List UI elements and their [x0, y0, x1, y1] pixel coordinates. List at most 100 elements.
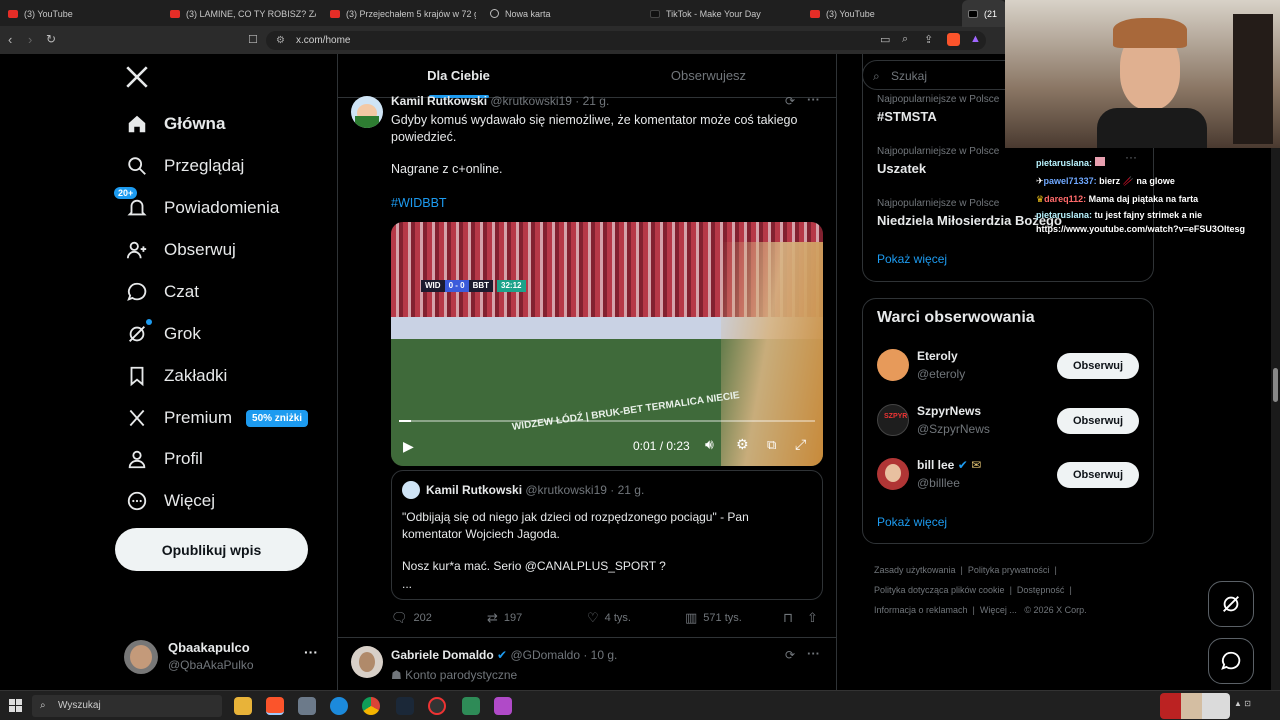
suggestion-name: bill lee	[917, 458, 955, 472]
author-handle[interactable]: @krutkowski19	[490, 94, 572, 108]
tab-following[interactable]: Obserwujesz	[587, 54, 830, 98]
messages-fab[interactable]	[1208, 638, 1254, 684]
file-explorer-icon[interactable]	[234, 697, 252, 715]
hashtag-link[interactable]: #WIDBBT	[391, 196, 447, 210]
nav-item-grok[interactable]: Grok	[124, 314, 201, 354]
nav-item-home[interactable]: Główna	[124, 104, 225, 144]
obs-icon[interactable]	[428, 697, 446, 715]
post-time[interactable]: · 21 g.	[575, 94, 609, 108]
zoom-icon[interactable]: ⌕	[902, 33, 908, 46]
media-app-icon[interactable]	[462, 697, 480, 715]
post-more-icon[interactable]: ···	[807, 92, 820, 107]
post-more-icon[interactable]: ···	[807, 646, 820, 661]
app-icon[interactable]	[494, 697, 512, 715]
grok-fab[interactable]	[1208, 581, 1254, 627]
play-icon[interactable]: ▶	[403, 438, 414, 455]
nav-item-bookmarks[interactable]: Zakładki	[124, 356, 227, 396]
view-count: 571 tys.	[703, 612, 742, 624]
settings-gear-icon[interactable]: ⚙	[736, 436, 749, 453]
brave-shield-icon[interactable]	[947, 33, 960, 46]
author-name[interactable]: Gabriele Domaldo	[391, 648, 494, 662]
chrome-browser-icon[interactable]	[362, 697, 380, 715]
footer-link[interactable]: Więcej ...	[980, 605, 1017, 615]
browser-tab-active[interactable]: (21	[962, 0, 1006, 27]
forward-icon[interactable]: ›	[28, 32, 32, 47]
author-handle[interactable]: @GDomaldo	[510, 648, 580, 662]
video-player[interactable]: WID 0 - 0 BBT 32:12 WIDZEW ŁÓDŹ | BRUK-B…	[391, 222, 823, 466]
nav-item-notifications[interactable]: 20+ Powiadomienia	[114, 187, 279, 228]
like-button[interactable]: ♡ 4 tys.	[587, 610, 631, 626]
share-icon[interactable]: ⇪	[924, 33, 933, 46]
nav-item-profile[interactable]: Profil	[124, 439, 203, 479]
account-switcher[interactable]: Qbaakapulco @QbaAkaPulko ···	[124, 636, 324, 676]
tab-for-you[interactable]: Dla Ciebie	[337, 54, 580, 98]
post-button[interactable]: Opublikuj wpis	[115, 528, 308, 571]
quoted-post[interactable]: Kamil Rutkowski @krutkowski19 · 21 g. "O…	[391, 470, 823, 600]
follow-suggestion[interactable]: Eteroly @eteroly Obserwuj	[863, 343, 1153, 391]
browser-tab[interactable]: (3) LAMINE, CO TY ROBISZ? ZABAW	[170, 0, 316, 27]
reply-button[interactable]: 🗨︎ 202	[391, 610, 432, 626]
edge-browser-icon[interactable]	[330, 697, 348, 715]
nav-item-follow[interactable]: Obserwuj	[124, 230, 236, 270]
browser-tab[interactable]: Nowa karta	[490, 0, 636, 27]
browser-tab[interactable]: TikTok - Make Your Day	[650, 0, 796, 27]
bookmark-page-icon[interactable]: ☐	[248, 33, 258, 46]
task-view-icon[interactable]	[298, 697, 316, 715]
grok-explain-icon[interactable]: ⟳	[785, 648, 795, 662]
cast-icon[interactable]: ▭	[880, 33, 890, 46]
browser-tab[interactable]: (3) Przejechałem 5 krajów w 72 god	[330, 0, 476, 27]
follow-button[interactable]: Obserwuj	[1057, 408, 1139, 434]
nav-item-more[interactable]: Więcej	[124, 481, 215, 521]
author-avatar[interactable]	[351, 646, 383, 678]
grok-explain-icon[interactable]: ⟳	[785, 94, 795, 108]
trend-item[interactable]: Najpopularniejsze w Polsce Uszatek	[877, 146, 999, 176]
volume-icon[interactable]: 🔊︎	[705, 436, 714, 453]
footer-link[interactable]: Zasady użytkowania	[874, 565, 956, 575]
szpyr-logo-icon: SZPYR	[884, 413, 908, 420]
author-name[interactable]: Kamil Rutkowski	[391, 94, 487, 108]
back-icon[interactable]: ‹	[8, 32, 12, 47]
follow-suggestion[interactable]: bill lee ✔ ✉ @billlee Obserwuj	[863, 452, 1153, 500]
footer-link[interactable]: Polityka dotycząca plików cookie	[874, 585, 1005, 595]
nav-item-chat[interactable]: Czat	[124, 272, 199, 312]
gaming-chair	[1233, 14, 1273, 144]
show-more-follow-link[interactable]: Pokaż więcej	[877, 515, 947, 529]
browser-tab[interactable]: (3) YouTube	[810, 0, 956, 27]
fullscreen-icon[interactable]: ⤢	[795, 436, 806, 453]
more-options-icon[interactable]: ···	[304, 644, 318, 660]
bookmark-button[interactable]: ⊓	[783, 610, 799, 626]
brave-rewards-icon[interactable]: ▲	[970, 33, 981, 45]
follow-button[interactable]: Obserwuj	[1057, 353, 1139, 379]
nav-item-explore[interactable]: Przeglądaj	[124, 146, 244, 186]
browser-tab[interactable]: (3) YouTube	[8, 0, 158, 27]
footer-link[interactable]: Informacja o reklamach	[874, 605, 968, 615]
chat-text: Mama daj piątaka na farta	[1088, 194, 1199, 204]
url-field[interactable]: ⚙ x.com/home	[266, 31, 986, 50]
x-logo-icon[interactable]	[124, 64, 150, 90]
brave-browser-icon[interactable]	[266, 697, 284, 715]
post-time[interactable]: · 10 g.	[583, 648, 617, 662]
follow-suggestion[interactable]: SZPYR SzpyrNews @SzpyrNews Obserwuj	[863, 398, 1153, 446]
views-button[interactable]: ▥ 571 tys.	[685, 610, 742, 626]
footer-link[interactable]: Dostępność	[1017, 585, 1065, 595]
trend-item[interactable]: Najpopularniejsze w Polsce Niedziela Mił…	[877, 198, 1062, 228]
steam-icon[interactable]	[396, 697, 414, 715]
quote-text-ellipsis: ...	[402, 577, 413, 591]
reload-icon[interactable]: ↻	[46, 32, 56, 46]
taskbar-search[interactable]: ⌕ Wyszukaj	[32, 695, 222, 717]
site-info-icon[interactable]: ⚙	[276, 31, 285, 50]
system-tray[interactable]: ▲ ⊡	[1234, 699, 1264, 713]
nav-item-premium[interactable]: Premium 50% zniżki	[124, 398, 309, 438]
show-more-trends-link[interactable]: Pokaż więcej	[877, 252, 947, 266]
footer-link[interactable]: Polityka prywatności	[968, 565, 1050, 575]
score: 0 - 0	[444, 280, 469, 292]
follow-button[interactable]: Obserwuj	[1057, 462, 1139, 488]
windows-start-icon[interactable]	[9, 699, 22, 712]
trend-item[interactable]: Najpopularniejsze w Polsce #STMSTA	[877, 94, 999, 124]
repost-button[interactable]: ⇄ 197	[487, 610, 522, 626]
progress-track[interactable]	[399, 420, 815, 422]
pip-icon[interactable]: ⧉	[767, 437, 776, 453]
scrollbar-thumb[interactable]	[1273, 368, 1278, 402]
author-avatar[interactable]	[351, 96, 383, 128]
share-button[interactable]: ⇧	[807, 610, 824, 626]
